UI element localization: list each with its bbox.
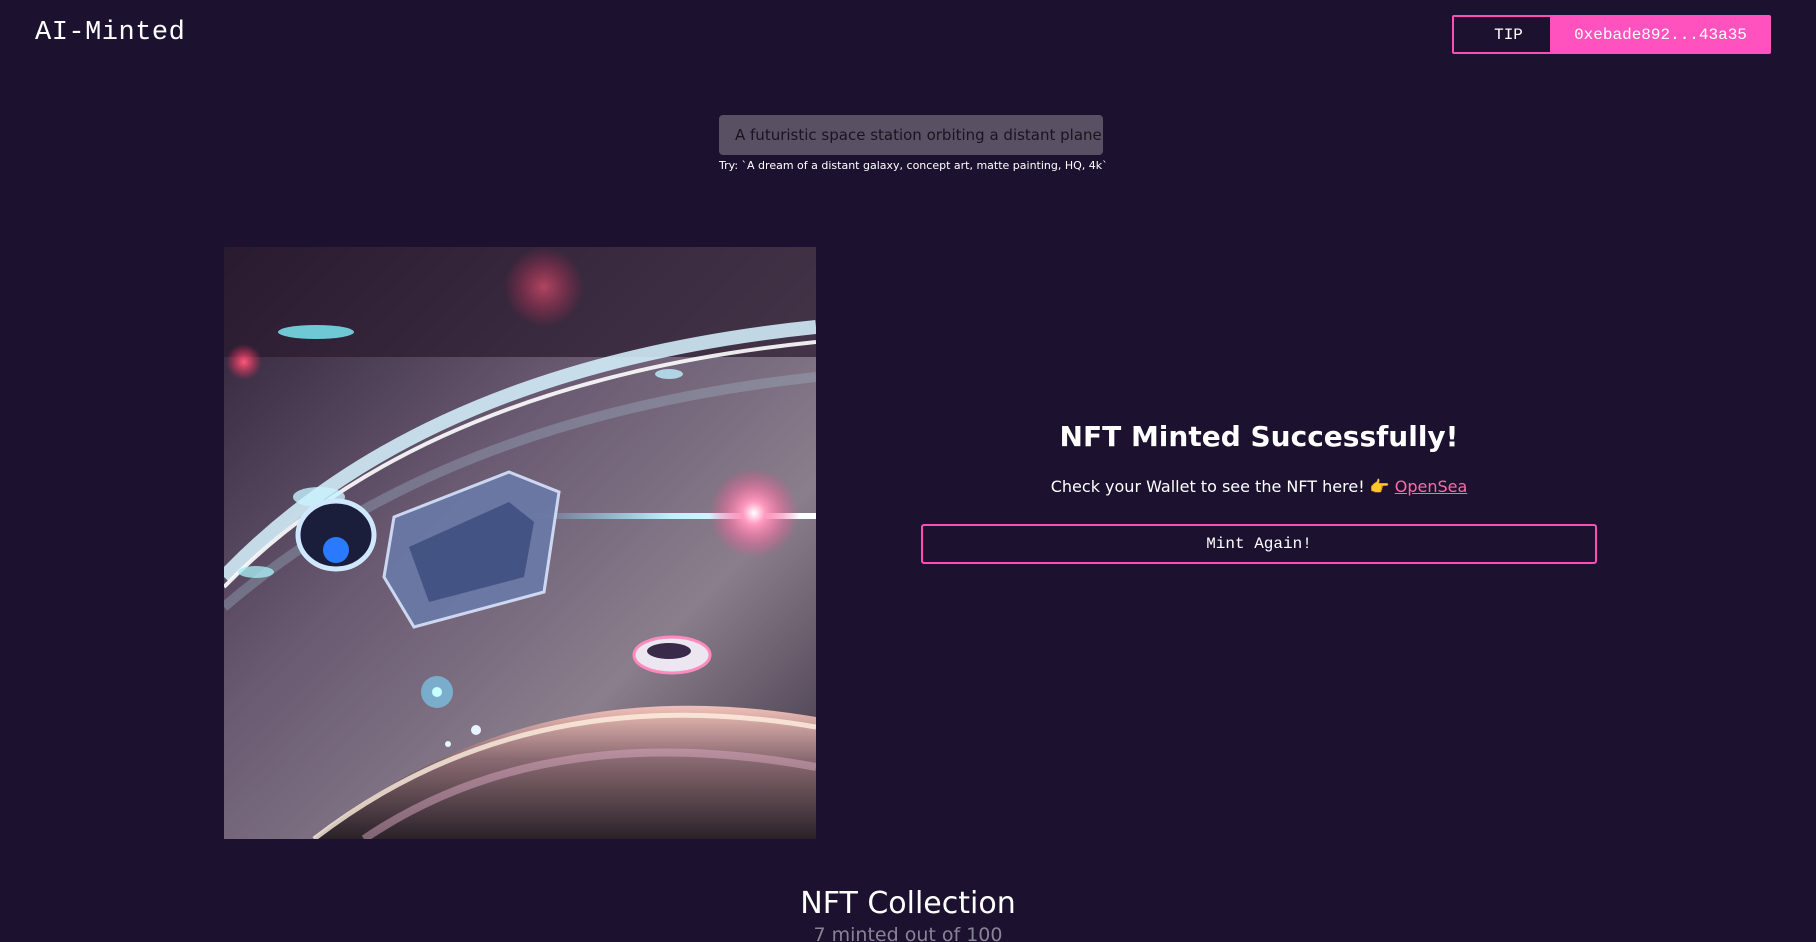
mint-again-button[interactable]: Mint Again! [921,524,1597,564]
prompt-input[interactable]: A futuristic space station orbiting a di… [719,115,1103,155]
mint-result-panel: NFT Minted Successfully! Check your Wall… [921,420,1597,564]
result-message: Check your Wallet to see the NFT here! 👉… [921,477,1597,496]
page: AI-Minted TIP 0xebade892...43a35 A futur… [0,0,1816,942]
result-message-text: Check your Wallet to see the NFT here! 👉 [1050,477,1395,496]
opensea-link[interactable]: OpenSea [1395,477,1468,496]
app-logo[interactable]: AI-Minted [35,18,185,48]
wallet-address-button[interactable]: 0xebade892...43a35 [1550,15,1771,54]
generated-nft-image [224,247,816,839]
tip-button[interactable]: TIP [1452,15,1565,54]
result-title: NFT Minted Successfully! [1059,420,1459,453]
prompt-hint: Try: `A dream of a distant galaxy, conce… [719,159,1108,172]
collection-title: NFT Collection [800,886,1016,921]
collection-subtitle: 7 minted out of 100 [813,924,1003,942]
